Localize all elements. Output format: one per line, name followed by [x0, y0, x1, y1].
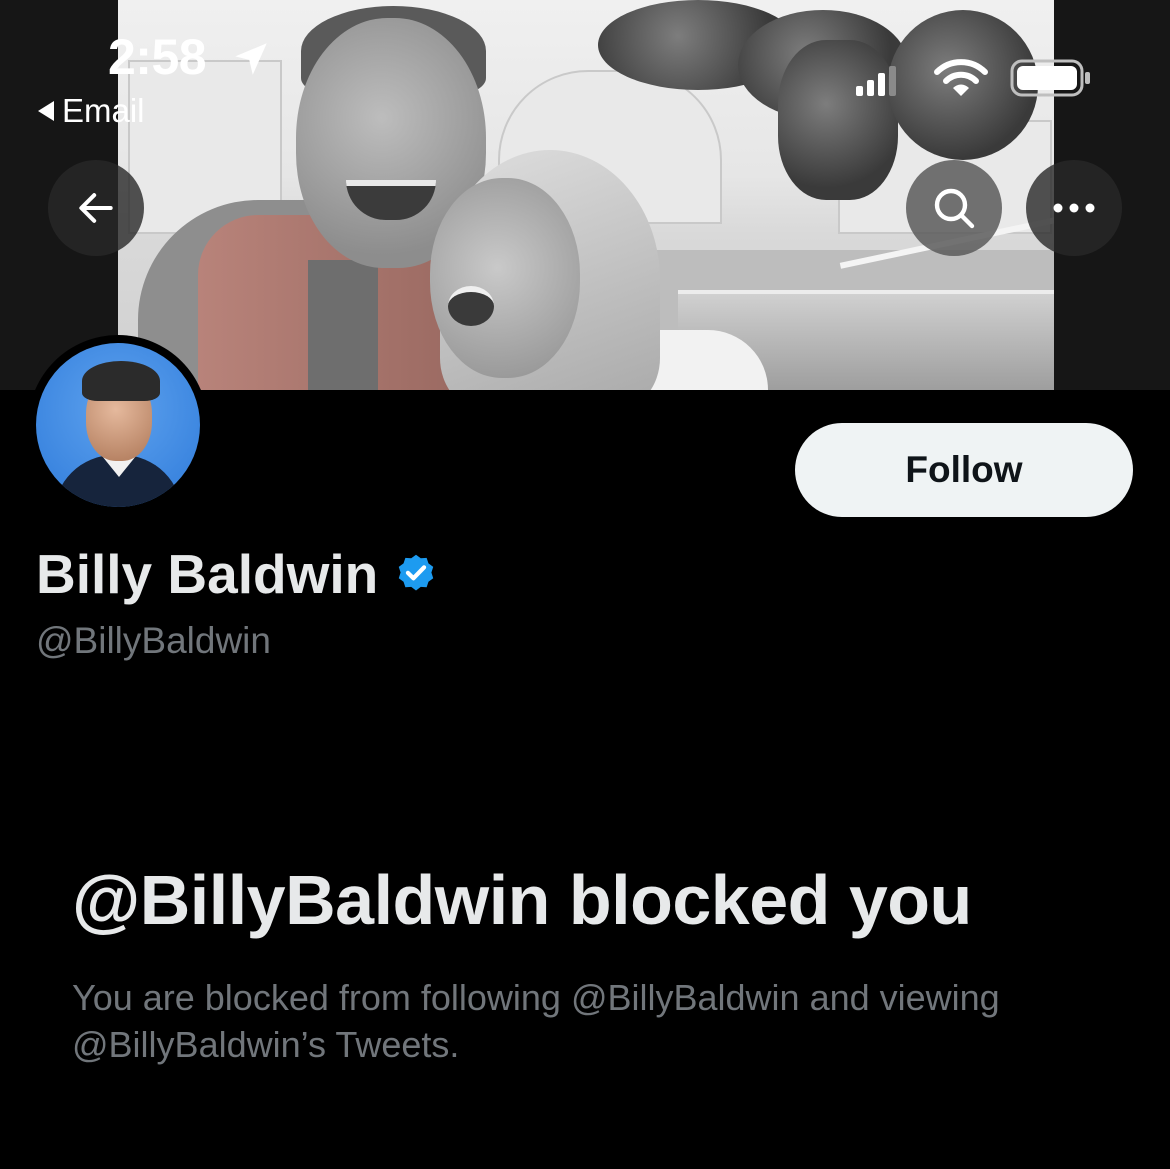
arrow-left-icon — [79, 193, 113, 223]
location-arrow-icon — [235, 43, 267, 75]
back-to-app-link[interactable]: Email — [38, 92, 145, 130]
avatar-image — [36, 343, 200, 507]
follow-button[interactable]: Follow — [795, 423, 1133, 517]
profile-banner[interactable]: 2:58 Email — [0, 0, 1170, 390]
cellular-signal-icon — [856, 66, 896, 96]
search-icon — [934, 188, 975, 229]
back-triangle-icon — [38, 101, 54, 121]
back-button[interactable] — [48, 160, 144, 256]
blocked-title: @BillyBaldwin blocked you — [72, 861, 972, 939]
battery-icon — [1010, 59, 1090, 97]
verified-badge-icon[interactable] — [394, 552, 438, 596]
display-name-text: Billy Baldwin — [36, 543, 379, 605]
profile-avatar[interactable] — [28, 335, 208, 515]
profile-screen: 2:58 Email Follow Billy Baldwin @BillyBa… — [0, 0, 1170, 1169]
more-options-button[interactable] — [1026, 160, 1122, 256]
blocked-description: You are blocked from following @BillyBal… — [72, 977, 1000, 1065]
profile-handle: @BillyBaldwin — [36, 620, 271, 661]
back-app-label: Email — [62, 92, 145, 129]
more-horizontal-icon — [1053, 203, 1095, 213]
search-button[interactable] — [906, 160, 1002, 256]
profile-display-name: Billy Baldwin — [36, 542, 438, 606]
wifi-icon — [934, 59, 988, 96]
status-time: 2:58 — [108, 29, 207, 85]
